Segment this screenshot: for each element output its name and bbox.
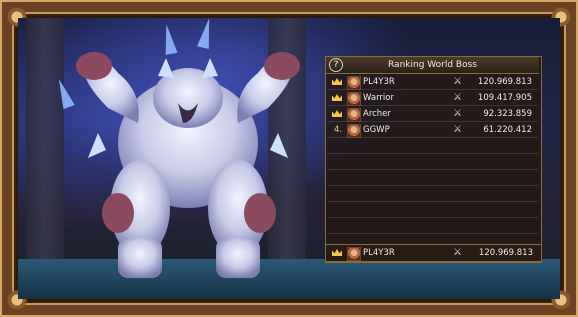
ranking-row-2[interactable]: Warrior ⚔ 109.417.905 — [328, 91, 538, 106]
damage-score: 120.969.813 — [477, 77, 532, 87]
player-name: Archer — [363, 109, 391, 119]
empty-ranking-row — [328, 155, 538, 170]
crown-icon — [332, 110, 342, 117]
help-icon[interactable]: ? — [329, 58, 343, 72]
player-avatar — [347, 92, 361, 106]
ranking-row-4[interactable]: 4. GGWP ⚔ 61.220.412 — [328, 123, 538, 138]
empty-ranking-row — [328, 171, 538, 186]
crossed-swords-icon: ⚔ — [453, 247, 462, 258]
crown-icon — [332, 94, 342, 101]
player-name: GGWP — [363, 125, 390, 135]
damage-score: 61.220.412 — [483, 125, 532, 135]
crossed-swords-icon: ⚔ — [453, 108, 462, 119]
player-avatar — [347, 108, 361, 122]
damage-score: 120.969.813 — [478, 248, 533, 258]
damage-score: 92.323.859 — [483, 109, 532, 119]
ranking-row-3[interactable]: Archer ⚔ 92.323.859 — [328, 107, 538, 122]
panel-header: ? Ranking World Boss — [326, 57, 539, 74]
crown-icon — [332, 249, 342, 256]
world-boss-ranking-panel: ? Ranking World Boss PL4Y3R ⚔ 120.969.81… — [325, 56, 542, 263]
player-name: PL4Y3R — [363, 248, 395, 258]
crown-icon — [332, 78, 342, 85]
player-avatar — [347, 76, 361, 90]
damage-score: 109.417.905 — [477, 93, 532, 103]
rank-number: 4. — [333, 125, 343, 135]
panel-title: Ranking World Boss — [388, 60, 477, 70]
current-player-row[interactable]: PL4Y3R ⚔ 120.969.813 — [325, 244, 542, 262]
player-name: Warrior — [363, 93, 394, 103]
empty-ranking-row — [328, 139, 538, 154]
crossed-swords-icon: ⚔ — [453, 76, 462, 87]
player-avatar — [347, 124, 361, 138]
player-name: PL4Y3R — [363, 77, 395, 87]
ranking-row-1[interactable]: PL4Y3R ⚔ 120.969.813 — [328, 75, 538, 90]
empty-ranking-row — [328, 203, 538, 218]
empty-ranking-row — [328, 219, 538, 234]
yeti-boss-illustration — [76, 52, 300, 278]
crossed-swords-icon: ⚔ — [453, 124, 462, 135]
crossed-swords-icon: ⚔ — [453, 92, 462, 103]
player-avatar — [347, 247, 361, 261]
empty-ranking-row — [328, 187, 538, 202]
